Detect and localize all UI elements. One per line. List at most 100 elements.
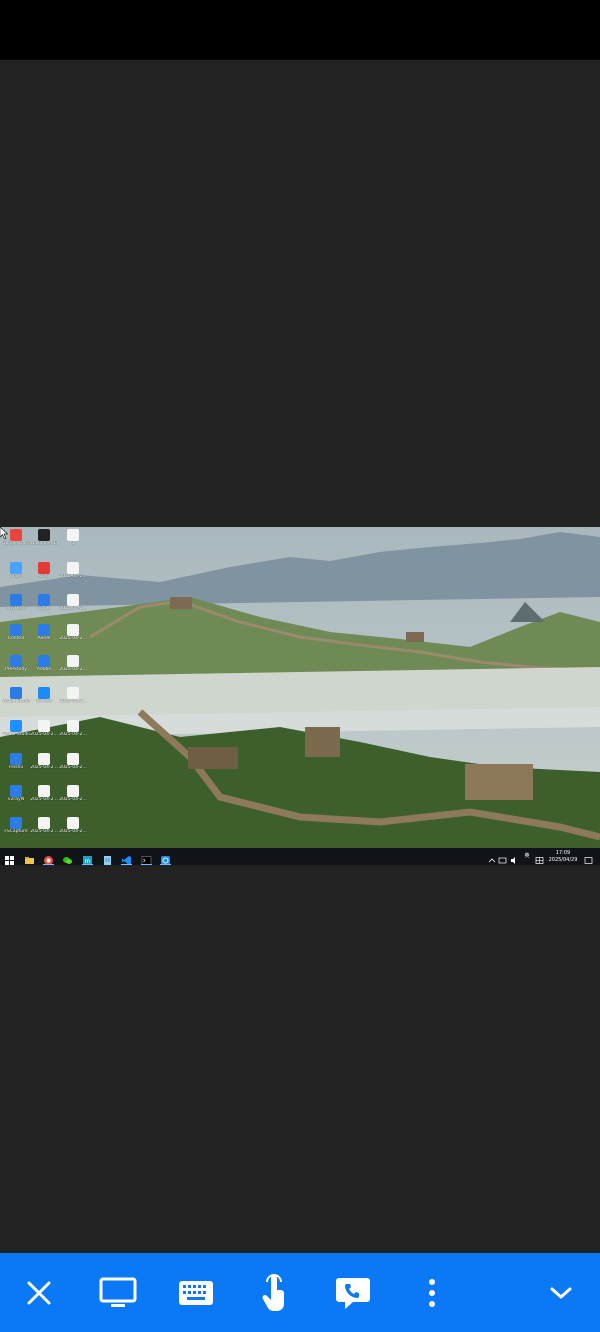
file-icon — [67, 624, 79, 636]
desktop-icon-label: FSCapture — [4, 829, 28, 834]
file-icon — [38, 785, 50, 797]
phone-status-bar — [0, 0, 600, 60]
desktop-icon[interactable]: Adobe — [30, 655, 58, 687]
app-icon — [10, 785, 22, 797]
desktop-icon-label: 1 — [71, 541, 75, 546]
desktop-icon-label: 2025-04-2... — [59, 829, 87, 834]
desktop-icon[interactable]: 2025-04-2... — [59, 655, 87, 687]
desktop-icon[interactable]: 2025-04-2... — [30, 753, 58, 785]
desktop-icon[interactable]: 2025-04-2... — [59, 817, 87, 849]
desktop-icon-label: Aeriel — [37, 636, 51, 641]
desktop-icon[interactable]: PHPStudy — [2, 655, 30, 687]
file-icon — [67, 655, 79, 667]
collapse-button[interactable] — [537, 1269, 585, 1317]
desktop-icon[interactable]: v2rayN — [2, 785, 30, 817]
touch-mode-button[interactable] — [251, 1269, 299, 1317]
more-button[interactable] — [408, 1269, 456, 1317]
tray-chevron-up-icon[interactable] — [488, 851, 496, 863]
desktop-icon[interactable]: Feishu — [2, 753, 30, 785]
desktop-icon-label: Google Chrome — [2, 541, 30, 546]
app-icon — [10, 624, 22, 636]
notification-icon[interactable] — [584, 851, 593, 864]
file-icon — [67, 785, 79, 797]
desktop-icon[interactable]: Edge — [30, 594, 58, 626]
app-icon — [10, 753, 22, 765]
desktop-icon-label: 2025-04-2... — [30, 732, 58, 737]
desktop-icon-label: Visual Studio — [2, 699, 30, 704]
remote-control-toolbar — [0, 1253, 600, 1332]
vscode-icon[interactable] — [121, 851, 132, 865]
desktop-icon-label: 2025-04-2... — [59, 765, 87, 770]
desktop-icon[interactable]: 2025-04-2... — [59, 720, 87, 752]
notepad-icon[interactable] — [102, 851, 113, 865]
wps-icon — [38, 562, 50, 574]
wallpaper-engine-icon — [38, 529, 50, 541]
touch-icon — [262, 1274, 284, 1312]
desktop-icon-label: Clash — [9, 574, 23, 579]
desktop-icon[interactable]: 2025-04-2... — [59, 785, 87, 817]
console-icon[interactable] — [141, 851, 152, 865]
desktop-icon-label: Feishu — [8, 765, 24, 770]
file-icon — [38, 753, 50, 765]
desktop-icon[interactable]: 2025-04-2... — [59, 687, 87, 719]
desktop-icon[interactable]: Control — [2, 624, 30, 656]
call-button[interactable] — [329, 1269, 377, 1317]
close-button[interactable] — [15, 1269, 63, 1317]
desktop-icon[interactable]: 2025-04-2... — [30, 785, 58, 817]
desktop-icon[interactable]: AnyDesk — [2, 594, 30, 626]
keyboard-icon — [179, 1281, 213, 1305]
wechat-icon[interactable] — [62, 851, 73, 864]
desktop-icon[interactable]: 1 — [59, 529, 87, 561]
todesk-icon[interactable] — [160, 851, 171, 865]
file-explorer-icon[interactable] — [24, 851, 35, 864]
file-icon — [38, 817, 50, 829]
desktop-icon[interactable]: FSCapture — [2, 817, 30, 849]
browser-icon[interactable] — [43, 851, 54, 865]
desktop-icon[interactable]: 2025-04-2... — [59, 753, 87, 785]
file-icon — [38, 720, 50, 732]
screen-button[interactable] — [94, 1269, 142, 1317]
desktop-icon[interactable]: Visual Studio Code — [2, 720, 30, 752]
desktop-icon[interactable]: 2025-04-2... — [59, 624, 87, 656]
keyboard-button[interactable] — [172, 1269, 220, 1317]
desktop-icon[interactable]: 2025-04-2... — [30, 720, 58, 752]
desktop-icon[interactable]: ToDesk — [30, 687, 58, 719]
input-grid-icon[interactable] — [535, 851, 544, 864]
volume-icon[interactable] — [510, 851, 519, 864]
close-icon — [27, 1281, 51, 1305]
desktop-icon-label: AnyDesk — [6, 606, 26, 611]
network-icon[interactable] — [498, 851, 507, 864]
desktop-icon-label: Wallpaper Engine — [30, 541, 58, 546]
remote-screen[interactable]: Google ChromeWallpaper Engine 1 Clash WPS 20… — [0, 527, 600, 865]
desktop-icon-label: WPS — [38, 574, 50, 579]
desktop-icon-label: PHPStudy — [5, 667, 27, 672]
clock-time[interactable]: 17:09 — [548, 850, 578, 856]
desktop-icon[interactable]: WPS — [30, 562, 58, 594]
desktop-icon-label: 2025-04-2... — [30, 829, 58, 834]
more-vertical-icon — [429, 1279, 435, 1307]
desktop-icon[interactable]: Aeriel — [30, 624, 58, 656]
app-icon — [10, 594, 22, 606]
file-icon — [67, 594, 79, 606]
desktop-icon[interactable]: 2025-04-2... — [59, 562, 87, 594]
file-icon — [67, 687, 79, 699]
app-icon — [10, 687, 22, 699]
desktop-icon-grid: Google ChromeWallpaper Engine 1 Clash WPS 20… — [0, 527, 95, 847]
desktop-icon[interactable]: Visual Studio — [2, 687, 30, 719]
desktop-icon[interactable]: Wallpaper Engine — [30, 529, 58, 561]
desktop-icon-label: v2rayN — [7, 797, 25, 802]
clock-date[interactable]: 2025/04/29 — [546, 857, 580, 863]
todesk-icon — [38, 687, 50, 699]
app-icon — [38, 624, 50, 636]
desktop-icon[interactable]: Clash — [2, 562, 30, 594]
terminal-icon[interactable]: m — [82, 851, 93, 865]
desktop-icon-label: 2025-04-2... — [59, 606, 87, 611]
desktop-icon[interactable]: 2025-04-2... — [30, 817, 58, 849]
desktop-icon-label: Control — [7, 636, 25, 641]
monitor-icon — [99, 1277, 137, 1307]
desktop-icon[interactable]: 2025-04-2... — [59, 594, 87, 626]
ime-indicator[interactable]: 英 — [522, 853, 532, 859]
desktop-icon-label: 2025-04-2... — [59, 797, 87, 802]
desktop-icon-label: Adobe — [36, 667, 52, 672]
start-icon[interactable] — [4, 851, 15, 865]
